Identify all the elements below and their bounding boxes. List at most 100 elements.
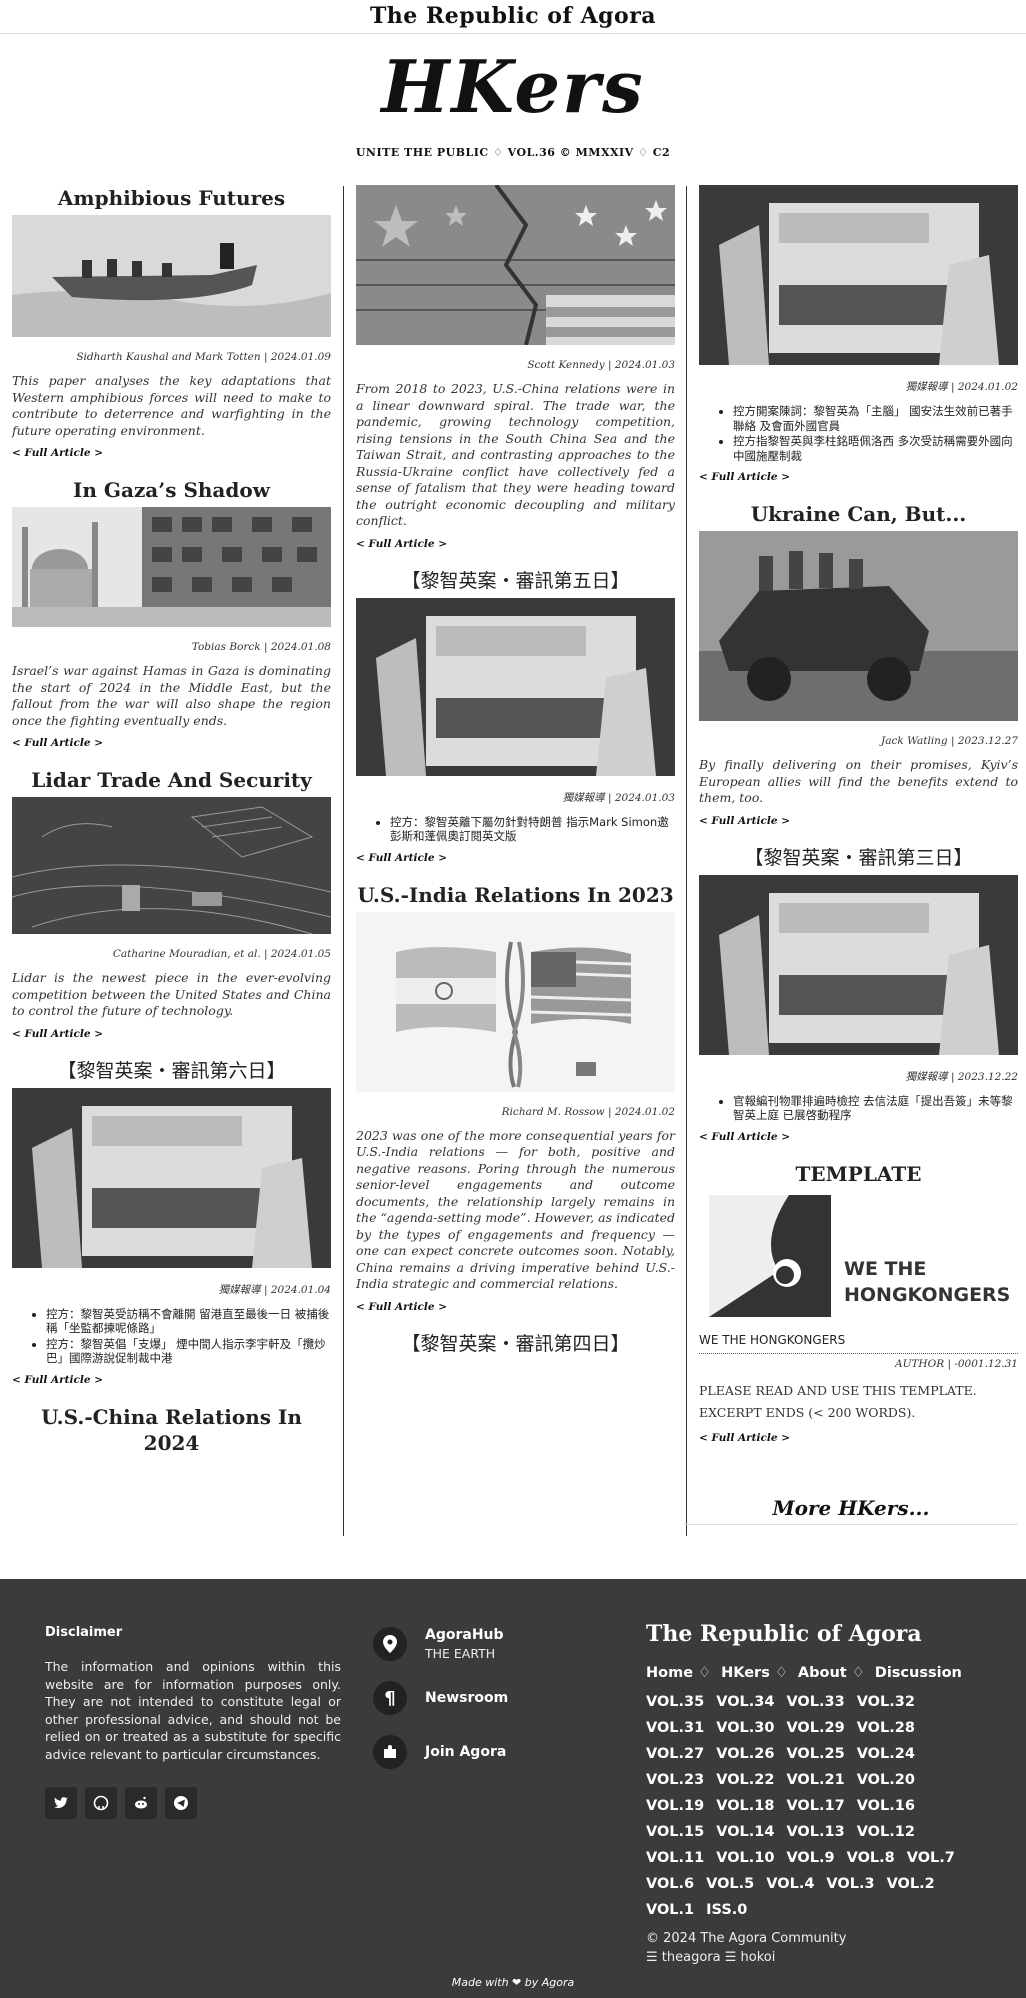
article-card: Lidar Trade And Security Catharine Moura…: [12, 767, 331, 1040]
full-article-link[interactable]: < Full Article >: [12, 737, 331, 749]
article-byline: 獨媒報導 | 2023.12.22: [905, 1070, 1018, 1083]
article-title[interactable]: U.S.-India Relations In 2023: [356, 882, 675, 908]
newsroom-link[interactable]: ¶ Newsroom: [373, 1681, 633, 1715]
article-title[interactable]: 【黎智英案・審訊第六日】: [12, 1058, 331, 1084]
volume-link[interactable]: VOL.23: [646, 1767, 704, 1793]
volume-link[interactable]: VOL.33: [786, 1689, 844, 1715]
volume-link[interactable]: VOL.8: [847, 1845, 895, 1871]
article-title[interactable]: U.S.-China Relations In 2024: [12, 1404, 331, 1456]
volume-link[interactable]: VOL.12: [857, 1819, 915, 1845]
agorahub-link[interactable]: AgoraHub THE EARTH: [373, 1627, 633, 1661]
volume-link[interactable]: VOL.19: [646, 1793, 704, 1819]
volume-link[interactable]: VOL.3: [826, 1871, 874, 1897]
telegram-icon[interactable]: [165, 1787, 197, 1819]
volume-link[interactable]: VOL.34: [716, 1689, 774, 1715]
volume-link[interactable]: VOL.31: [646, 1715, 704, 1741]
full-article-link[interactable]: < Full Article >: [699, 471, 1018, 483]
disclaimer-title: Disclaimer: [45, 1625, 123, 1640]
article-byline: Catharine Mouradian, et al. | 2024.01.05: [112, 948, 331, 960]
column-right: 獨媒報導 | 2024.01.02 控方開案陳詞：黎智英為「主腦」 國安法生效前…: [699, 185, 1018, 1462]
nav-home[interactable]: Home: [646, 1665, 693, 1681]
article-image-lidar[interactable]: [12, 797, 331, 934]
article-image-newspaper[interactable]: [12, 1087, 331, 1268]
full-article-link[interactable]: < Full Article >: [699, 815, 1018, 827]
volume-link[interactable]: VOL.14: [716, 1819, 774, 1845]
article-image-soldiers[interactable]: [699, 531, 1018, 721]
nav-hkers[interactable]: HKers: [721, 1665, 770, 1681]
volume-link[interactable]: VOL.4: [766, 1871, 814, 1897]
nav-about[interactable]: About: [798, 1665, 847, 1681]
volume-link[interactable]: VOL.7: [907, 1845, 955, 1871]
volume-link[interactable]: VOL.13: [786, 1819, 844, 1845]
reddit-icon[interactable]: [125, 1787, 157, 1819]
volume-link[interactable]: VOL.11: [646, 1845, 704, 1871]
twitter-icon[interactable]: [45, 1787, 77, 1819]
nav-discussion[interactable]: Discussion: [875, 1665, 962, 1681]
agorahub-label: AgoraHub: [425, 1627, 504, 1643]
volume-link[interactable]: VOL.24: [857, 1741, 915, 1767]
volume-link[interactable]: ISS.0: [706, 1897, 747, 1923]
volume-link[interactable]: VOL.28: [857, 1715, 915, 1741]
volume-link[interactable]: VOL.35: [646, 1689, 704, 1715]
article-image-newspaper[interactable]: [356, 597, 675, 776]
volume-link[interactable]: VOL.32: [857, 1689, 915, 1715]
volume-link[interactable]: VOL.17: [786, 1793, 844, 1819]
article-image-flags-wall[interactable]: [356, 185, 675, 345]
github-icon[interactable]: [85, 1787, 117, 1819]
volume-link[interactable]: VOL.16: [857, 1793, 915, 1819]
volume-link[interactable]: VOL.9: [786, 1845, 834, 1871]
full-article-link[interactable]: < Full Article >: [356, 1301, 675, 1313]
article-excerpt: By finally delivering on their promises,…: [699, 757, 1018, 805]
article-title[interactable]: TEMPLATE: [699, 1161, 1018, 1187]
full-article-link[interactable]: < Full Article >: [12, 1028, 331, 1040]
volume-link[interactable]: VOL.18: [716, 1793, 774, 1819]
article-excerpt: PLEASE READ AND USE THIS TEMPLATE. EXCER…: [699, 1382, 977, 1420]
article-image-newspaper[interactable]: [699, 874, 1018, 1055]
article-title[interactable]: Ukraine Can, But...: [699, 501, 1018, 527]
article-byline: Richard M. Rossow | 2024.01.02: [501, 1105, 675, 1118]
site-brand-link[interactable]: The Republic of Agora: [370, 3, 656, 29]
volume-link[interactable]: VOL.29: [786, 1715, 844, 1741]
full-article-link[interactable]: < Full Article >: [12, 447, 331, 459]
volume-link[interactable]: VOL.30: [716, 1715, 774, 1741]
join-agora-link[interactable]: Join Agora: [373, 1735, 633, 1769]
article-image-newspaper[interactable]: [699, 185, 1018, 365]
full-article-link[interactable]: < Full Article >: [12, 1374, 331, 1386]
full-article-link[interactable]: < Full Article >: [699, 1131, 1018, 1143]
more-hkers-link[interactable]: More HKers...: [684, 1496, 1018, 1525]
volume-link[interactable]: VOL.27: [646, 1741, 704, 1767]
bullet-item: 控方指黎智英與李柱銘晤佩洛西 多次受訪稱需要外國向中國施壓制裁: [733, 434, 1018, 463]
article-title[interactable]: 【黎智英案・審訊第四日】: [356, 1331, 675, 1357]
footer-brand[interactable]: The Republic of Agora: [646, 1621, 986, 1647]
article-byline: Scott Kennedy | 2024.01.03: [527, 359, 675, 371]
article-image-boat[interactable]: [12, 215, 331, 337]
full-article-link[interactable]: < Full Article >: [699, 1432, 1018, 1444]
made-with-text: Made with ❤ by Agora: [451, 1976, 575, 1989]
credits[interactable]: ☰ theagora ☰ hokoi: [646, 1948, 986, 1967]
volume-link[interactable]: VOL.22: [716, 1767, 774, 1793]
full-article-link[interactable]: < Full Article >: [356, 852, 675, 864]
we-the-hongkongers-logo[interactable]: WE THE HONGKONGERS: [699, 1190, 1018, 1321]
article-title[interactable]: Lidar Trade And Security: [12, 767, 331, 793]
article-title[interactable]: 【黎智英案・審訊第五日】: [356, 568, 675, 594]
volume-link[interactable]: VOL.10: [716, 1845, 774, 1871]
article-byline: AUTHOR | -0001.12.31: [895, 1357, 1018, 1370]
article-card: Ukraine Can, But... Jack Watling | 2023.…: [699, 501, 1018, 827]
volume-link[interactable]: VOL.2: [887, 1871, 935, 1897]
volume-link[interactable]: VOL.6: [646, 1871, 694, 1897]
article-title[interactable]: Amphibious Futures: [12, 185, 331, 211]
volume-link[interactable]: VOL.20: [857, 1767, 915, 1793]
volume-link[interactable]: VOL.1: [646, 1897, 694, 1923]
volume-link[interactable]: VOL.15: [646, 1819, 704, 1845]
article-byline: Sidharth Kaushal and Mark Totten | 2024.…: [76, 351, 331, 363]
article-title[interactable]: In Gaza’s Shadow: [12, 477, 331, 503]
article-title[interactable]: 【黎智英案・審訊第三日】: [699, 845, 1018, 871]
article-excerpt: Lidar is the newest piece in the ever-ev…: [12, 970, 331, 1018]
volume-link[interactable]: VOL.21: [786, 1767, 844, 1793]
volume-link[interactable]: VOL.26: [716, 1741, 774, 1767]
full-article-link[interactable]: < Full Article >: [356, 538, 675, 550]
article-image-mosque[interactable]: [12, 507, 331, 627]
volume-link[interactable]: VOL.25: [786, 1741, 844, 1767]
volume-link[interactable]: VOL.5: [706, 1871, 754, 1897]
article-image-flags[interactable]: [356, 911, 675, 1092]
